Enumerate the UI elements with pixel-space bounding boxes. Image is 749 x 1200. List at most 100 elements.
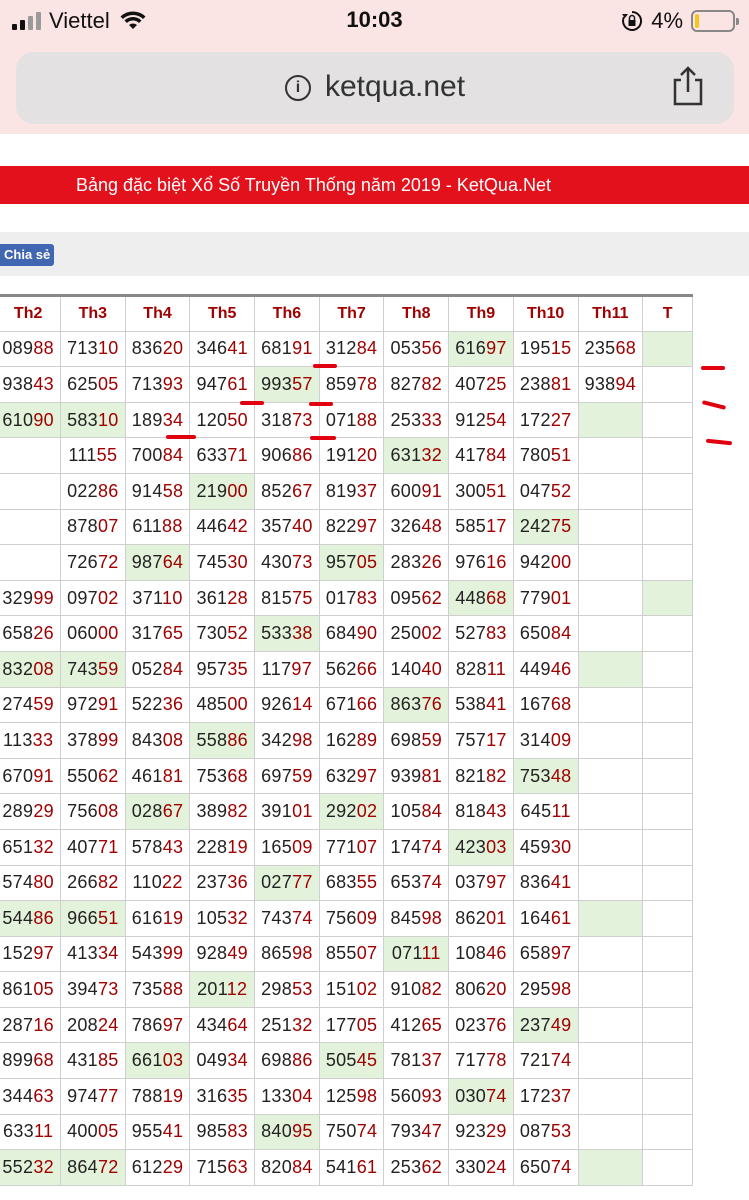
table-cell: 32999: [0, 579, 61, 617]
address-bar[interactable]: i ketqua.net: [16, 52, 734, 124]
cell-tail-digits: 99: [162, 943, 184, 964]
url-text: ketqua.net: [324, 70, 466, 103]
cell-tail-digits: 76: [486, 1014, 507, 1035]
table-row: 5289297560802867389823910129202105848184…: [0, 793, 693, 830]
info-icon[interactable]: i: [284, 75, 311, 101]
table-cell: 55886: [189, 722, 256, 759]
cell-head-digits: 650: [519, 623, 551, 644]
cell-head-digits: 105: [390, 801, 422, 822]
cell-head-digits: 788: [131, 1085, 163, 1106]
table-row: 4113333789984308558863429816289698597571…: [0, 722, 693, 759]
cell-tail-digits: 41: [486, 694, 507, 715]
cell-head-digits: 017: [325, 587, 357, 608]
cell-tail-digits: 56: [421, 338, 443, 359]
table-cell: [577, 793, 644, 830]
cell-tail-digits: 55: [356, 872, 378, 893]
cell-tail-digits: 50: [227, 409, 248, 430]
table-cell: 07111: [383, 935, 450, 973]
table-cell: 09562: [383, 579, 450, 617]
table-cell: 19120: [318, 437, 385, 474]
table-cell: 27459: [0, 686, 61, 724]
cell-head-digits: 840: [261, 1121, 293, 1142]
cell-tail-digits: 76: [421, 694, 443, 715]
table-cell: 80620: [448, 971, 514, 1008]
table-row: 2022869145821900852678193760091300510475…: [0, 472, 693, 510]
cell-head-digits: 717: [455, 1050, 487, 1071]
cell-head-digits: 120: [196, 409, 228, 430]
cell-tail-digits: 24: [98, 1014, 119, 1035]
cell-tail-digits: 74: [550, 1157, 572, 1178]
url-display[interactable]: i ketqua.net: [16, 70, 734, 104]
cell-head-digits: 238: [519, 373, 551, 394]
cell-tail-digits: 84: [486, 445, 507, 466]
cell-head-digits: 585: [455, 516, 487, 537]
table-row: 9152974133454399928498659885507071111084…: [0, 935, 693, 973]
cell-head-digits: 631: [390, 445, 422, 466]
cell-head-digits: 459: [519, 836, 551, 857]
cell-tail-digits: 29: [162, 1157, 184, 1178]
cell-tail-digits: 00: [227, 694, 248, 715]
table-cell: 16509: [254, 828, 320, 866]
cell-head-digits: 583: [67, 409, 98, 430]
cell-head-digits: 201: [197, 979, 227, 1000]
cell-head-digits: 344: [2, 1085, 34, 1106]
cell-head-digits: 827: [390, 373, 422, 394]
table-cell: 01783: [318, 579, 385, 617]
cell-tail-digits: 19: [162, 907, 184, 928]
cell-tail-digits: 75: [292, 587, 313, 608]
table-cell: 17237: [512, 1078, 579, 1115]
cell-tail-digits: 89: [356, 729, 378, 750]
cell-tail-digits: 52: [550, 480, 572, 501]
cell-head-digits: 151: [325, 979, 357, 1000]
table-cell: 03797: [448, 864, 514, 902]
table-cell: 84598: [383, 900, 450, 937]
table-cell: 34298: [254, 722, 320, 759]
column-header: Th4: [124, 294, 191, 332]
cell-tail-digits: 32: [292, 1014, 313, 1035]
table-cell: 92329: [448, 1113, 514, 1151]
cell-head-digits: 574: [2, 872, 34, 893]
facebook-share-button[interactable]: Chia sẻ: [0, 244, 55, 266]
cell-head-digits: 862: [455, 907, 487, 928]
cell-head-digits: 865: [261, 943, 293, 964]
share-bar: Chia sẻ: [0, 232, 749, 276]
cell-tail-digits: 20: [486, 979, 507, 1000]
cell-head-digits: 022: [67, 480, 98, 501]
cell-head-digits: 743: [261, 907, 293, 928]
table-cell: 69886: [254, 1042, 320, 1080]
cell-tail-digits: 00: [550, 551, 572, 572]
cell-tail-digits: 17: [486, 729, 507, 750]
table-cell: [577, 437, 644, 474]
table-cell: 44868: [448, 579, 514, 617]
cell-tail-digits: 82: [421, 979, 443, 1000]
table-cell: 12050: [189, 401, 256, 439]
cell-tail-digits: 61: [550, 907, 572, 928]
status-right: 4%: [621, 8, 739, 34]
battery-icon: [691, 10, 739, 32]
cell-head-digits: 683: [325, 872, 357, 893]
cell-tail-digits: 67: [162, 801, 184, 822]
table-cell: 53841: [448, 686, 514, 724]
cell-head-digits: 312: [325, 338, 357, 359]
table-cell: 65074: [512, 1149, 579, 1186]
cell-tail-digits: 43: [162, 836, 184, 857]
table-cell: 17227: [512, 401, 579, 439]
cell-tail-digits: 97: [33, 943, 54, 964]
cell-head-digits: 558: [196, 729, 228, 750]
table-cell: 72672: [60, 544, 126, 581]
cell-head-digits: 914: [131, 480, 163, 501]
table-cell: 65897: [512, 935, 579, 973]
annotation-mark: [701, 366, 725, 370]
share-icon[interactable]: [670, 66, 706, 106]
table-cell: 33024: [448, 1149, 514, 1186]
annotation-mark: [240, 401, 264, 405]
cell-head-digits: 651: [2, 836, 34, 857]
cell-head-digits: 771: [325, 836, 357, 857]
table-cell: 75717: [448, 722, 514, 759]
cell-head-digits: 133: [261, 1085, 293, 1106]
cell-head-digits: 852: [261, 480, 293, 501]
table-cell: 04752: [512, 472, 579, 510]
cell-tail-digits: 65: [162, 623, 184, 644]
cell-head-digits: 028: [131, 801, 163, 822]
table-cell: [577, 757, 644, 795]
